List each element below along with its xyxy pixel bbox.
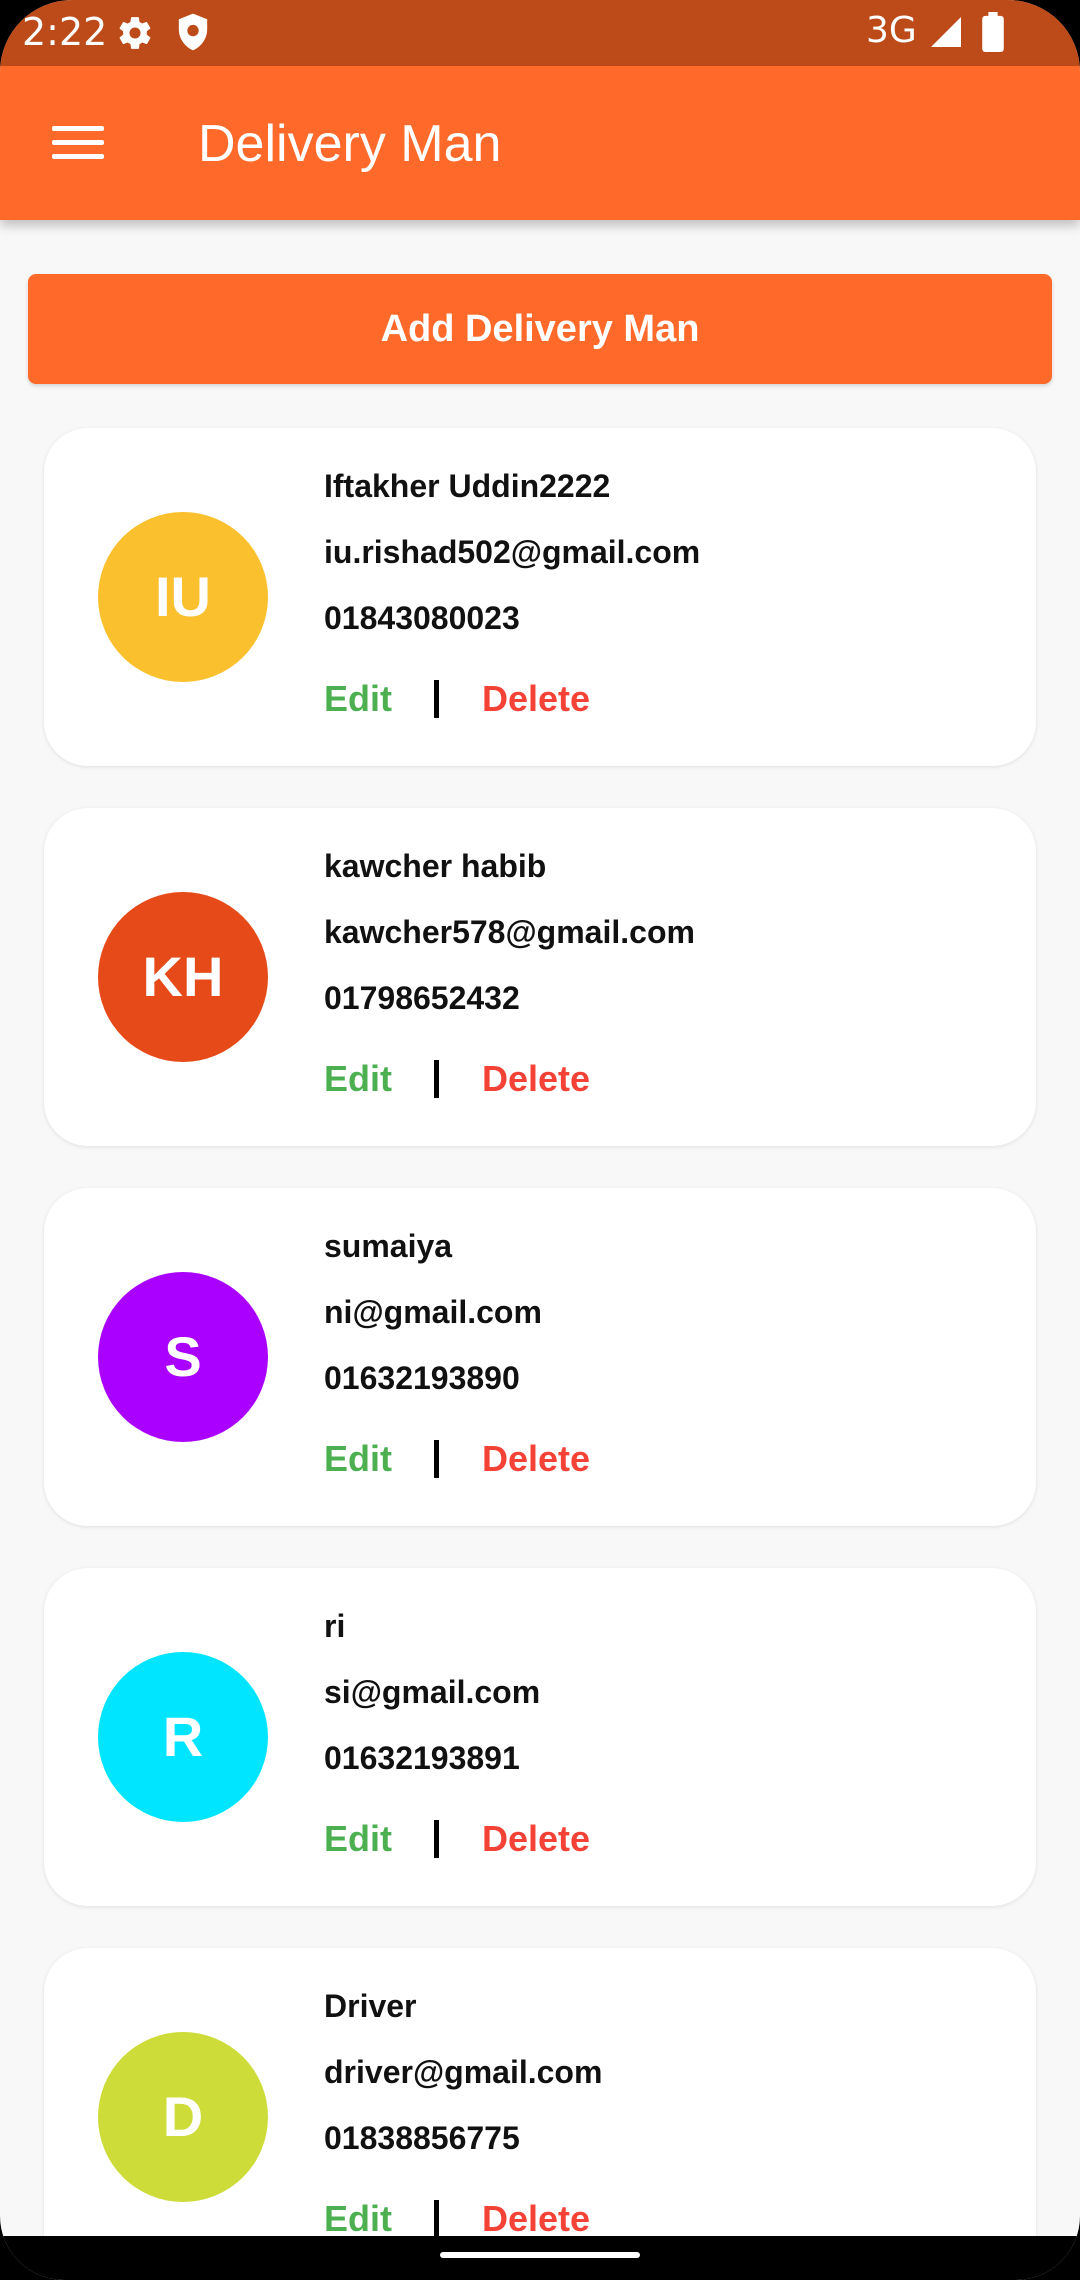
- edit-button[interactable]: Edit: [324, 2198, 392, 2240]
- avatar: KH: [98, 892, 268, 1062]
- edit-button[interactable]: Edit: [324, 1058, 392, 1100]
- status-time: 2:22: [22, 10, 108, 54]
- add-delivery-man-button[interactable]: Add Delivery Man: [28, 274, 1052, 384]
- network-type: 3G: [866, 10, 917, 51]
- card-actions: Edit Delete: [324, 678, 724, 722]
- signal-icon: [931, 17, 961, 47]
- avatar: S: [98, 1272, 268, 1442]
- edit-button[interactable]: Edit: [324, 678, 392, 720]
- gear-icon: [119, 17, 151, 49]
- delivery-man-phone: 01632193890: [324, 1360, 520, 1396]
- delivery-man-card: KH kawcher habib kawcher578@gmail.com 01…: [44, 808, 1036, 1146]
- status-bar: 2:22 3G: [0, 0, 1080, 66]
- action-divider: [434, 1440, 439, 1478]
- edit-button[interactable]: Edit: [324, 1818, 392, 1860]
- delivery-man-email: kawcher578@gmail.com: [324, 914, 695, 950]
- app-bar: Delivery Man: [0, 66, 1080, 220]
- delete-button[interactable]: Delete: [482, 1058, 590, 1100]
- delivery-man-email: ni@gmail.com: [324, 1294, 542, 1330]
- app-screen: 2:22 3G Delivery Man Add Delivery Man IU…: [0, 0, 1080, 2280]
- avatar: D: [98, 2032, 268, 2202]
- delivery-man-email: iu.rishad502@gmail.com: [324, 534, 701, 570]
- card-actions: Edit Delete: [324, 1438, 724, 1482]
- action-divider: [434, 680, 439, 718]
- delivery-man-name: Driver: [324, 1988, 417, 2024]
- delivery-man-phone: 01632193891: [324, 1740, 520, 1776]
- edit-button[interactable]: Edit: [324, 1438, 392, 1480]
- menu-icon[interactable]: [52, 126, 104, 160]
- delete-button[interactable]: Delete: [482, 678, 590, 720]
- action-divider: [434, 1820, 439, 1858]
- avatar: R: [98, 1652, 268, 1822]
- card-actions: Edit Delete: [324, 1058, 724, 1102]
- delivery-man-email: driver@gmail.com: [324, 2054, 603, 2090]
- home-gesture-handle[interactable]: [440, 2252, 640, 2258]
- delete-button[interactable]: Delete: [482, 2198, 590, 2240]
- action-divider: [434, 1060, 439, 1098]
- delivery-man-name: ri: [324, 1608, 346, 1644]
- delivery-man-name: kawcher habib: [324, 848, 547, 884]
- action-divider: [434, 2200, 439, 2238]
- shield-icon: [178, 13, 208, 51]
- delivery-man-phone: 01843080023: [324, 600, 520, 636]
- delivery-man-name: sumaiya: [324, 1228, 453, 1264]
- delivery-man-card: R ri si@gmail.com 01632193891 Edit Delet…: [44, 1568, 1036, 1906]
- avatar: IU: [98, 512, 268, 682]
- card-actions: Edit Delete: [324, 1818, 724, 1862]
- page-title: Delivery Man: [198, 115, 502, 173]
- delivery-man-card: S sumaiya ni@gmail.com 01632193890 Edit …: [44, 1188, 1036, 1526]
- gesture-nav-bar: [0, 2236, 1080, 2280]
- delivery-man-name: Iftakher Uddin2222: [324, 468, 611, 504]
- delete-button[interactable]: Delete: [482, 1818, 590, 1860]
- delivery-man-phone: 01838856775: [324, 2120, 520, 2156]
- delivery-man-phone: 01798652432: [324, 980, 520, 1016]
- delete-button[interactable]: Delete: [482, 1438, 590, 1480]
- battery-icon: [982, 12, 1004, 52]
- delivery-man-card: D Driver driver@gmail.com 01838856775 Ed…: [44, 1948, 1036, 2280]
- delivery-man-email: si@gmail.com: [324, 1674, 541, 1710]
- delivery-man-card: IU Iftakher Uddin2222 iu.rishad502@gmail…: [44, 428, 1036, 766]
